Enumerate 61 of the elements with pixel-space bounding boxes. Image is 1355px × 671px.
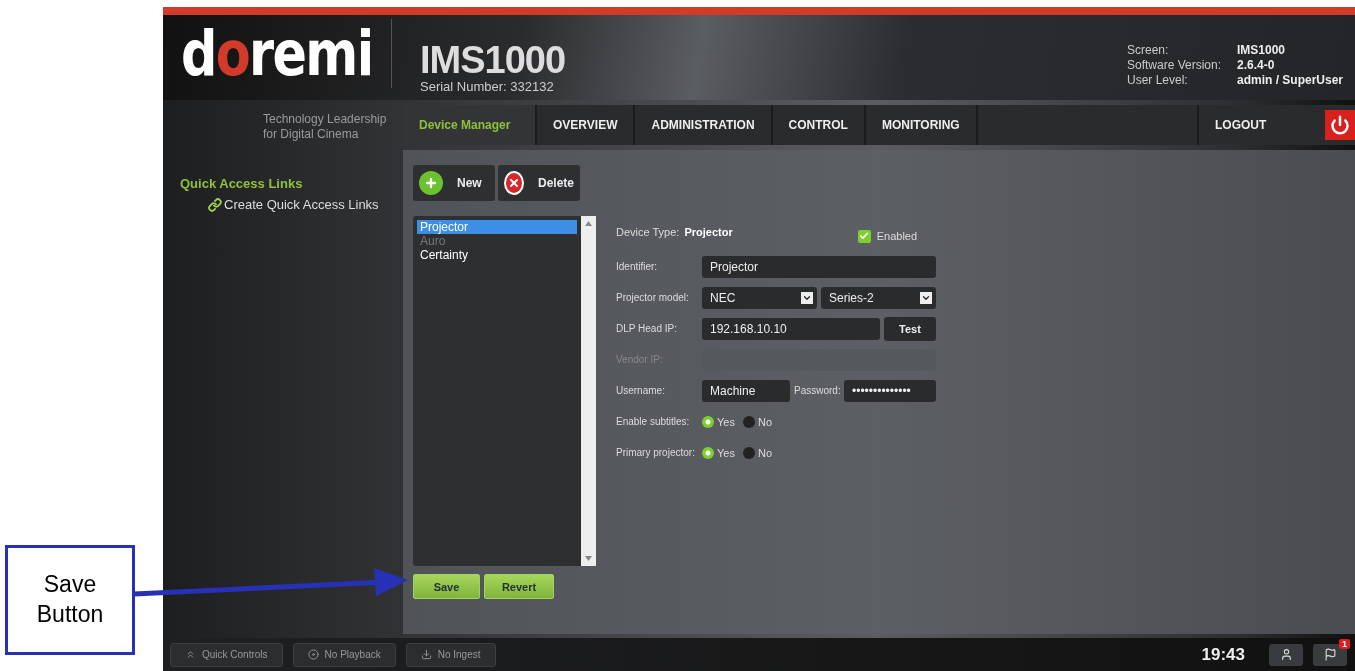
field-label: DLP Head IP: (616, 323, 678, 334)
info-value: IMS1000 (1236, 43, 1286, 57)
username-field[interactable]: Machine (702, 379, 790, 402)
field-label: Projector model: (616, 292, 690, 303)
plus-icon (419, 171, 443, 195)
user-button[interactable] (1269, 643, 1303, 666)
status-button[interactable]: Quick Controls (170, 642, 283, 667)
password-field[interactable]: •••••••••••••• (844, 379, 936, 402)
new-button[interactable]: New (413, 165, 495, 201)
quick-access-link[interactable]: Create Quick Access Links (208, 197, 398, 212)
info-value: 2.6.4-0 (1236, 58, 1276, 72)
serial-number: Serial Number: 332132 (420, 79, 555, 94)
field-label: Password: (794, 385, 840, 396)
field-label: Username: (616, 385, 666, 396)
sidebar-title: Quick Access Links (180, 176, 304, 191)
download-icon (420, 649, 432, 660)
radio-option[interactable]: No (742, 415, 772, 428)
scroll-up-icon (585, 221, 592, 226)
revert-button[interactable]: Revert (484, 574, 554, 599)
radio-option[interactable]: No (742, 446, 772, 459)
save-button[interactable]: Save (413, 574, 480, 599)
info-label: Software Version: (1126, 58, 1223, 72)
caret-icon (801, 291, 813, 304)
reel-icon (307, 649, 319, 660)
user-icon (1279, 648, 1293, 661)
flag-icon (1323, 648, 1337, 661)
info-label: User Level: (1126, 73, 1189, 87)
field-label: Primary projector: (616, 447, 696, 458)
field-label: Enable subtitles: (616, 416, 691, 427)
text-field[interactable]: 192.168.10.10 (702, 317, 880, 340)
chevrons-up-icon (185, 649, 196, 660)
caret-icon (920, 291, 932, 304)
tagline: Technology Leadership for Digital Cinema (262, 111, 388, 142)
field-label: Identifier: (616, 261, 659, 272)
enabled-checkbox[interactable]: Enabled (857, 229, 918, 243)
callout-label: Save Button (5, 545, 135, 655)
status-button[interactable]: No Playback (292, 642, 396, 667)
radio-option[interactable]: Yes (702, 415, 735, 428)
device-title: IMS1000 (420, 41, 566, 79)
close-icon (504, 171, 524, 195)
status-button[interactable]: No Ingest (405, 642, 496, 667)
device-type-label: Device Type: (616, 226, 680, 238)
delete-button[interactable]: Delete (498, 165, 580, 201)
clock: 19:43 (1201, 644, 1245, 665)
dropdown[interactable]: Series-2 (821, 286, 936, 309)
power-icon (1330, 115, 1350, 135)
scroll-down-icon (585, 556, 592, 561)
logout-tab[interactable]: LOGOUT (1199, 105, 1325, 145)
test-button[interactable]: Test (884, 316, 936, 341)
radio-option[interactable]: Yes (702, 446, 735, 459)
nav-tab[interactable]: Device Manager (403, 105, 537, 145)
info-label: Screen: (1126, 43, 1170, 57)
notification-badge: 1 (1339, 638, 1350, 649)
dropdown[interactable]: NEC (702, 286, 817, 309)
text-field[interactable]: Projector (702, 255, 936, 278)
info-value: admin / SuperUser (1236, 73, 1343, 87)
power-button[interactable] (1325, 110, 1355, 140)
device-list-item[interactable]: Certainty (417, 248, 577, 262)
logo: doremi (181, 17, 373, 90)
link-icon (208, 197, 222, 212)
device-type-value: Projector (684, 226, 733, 238)
